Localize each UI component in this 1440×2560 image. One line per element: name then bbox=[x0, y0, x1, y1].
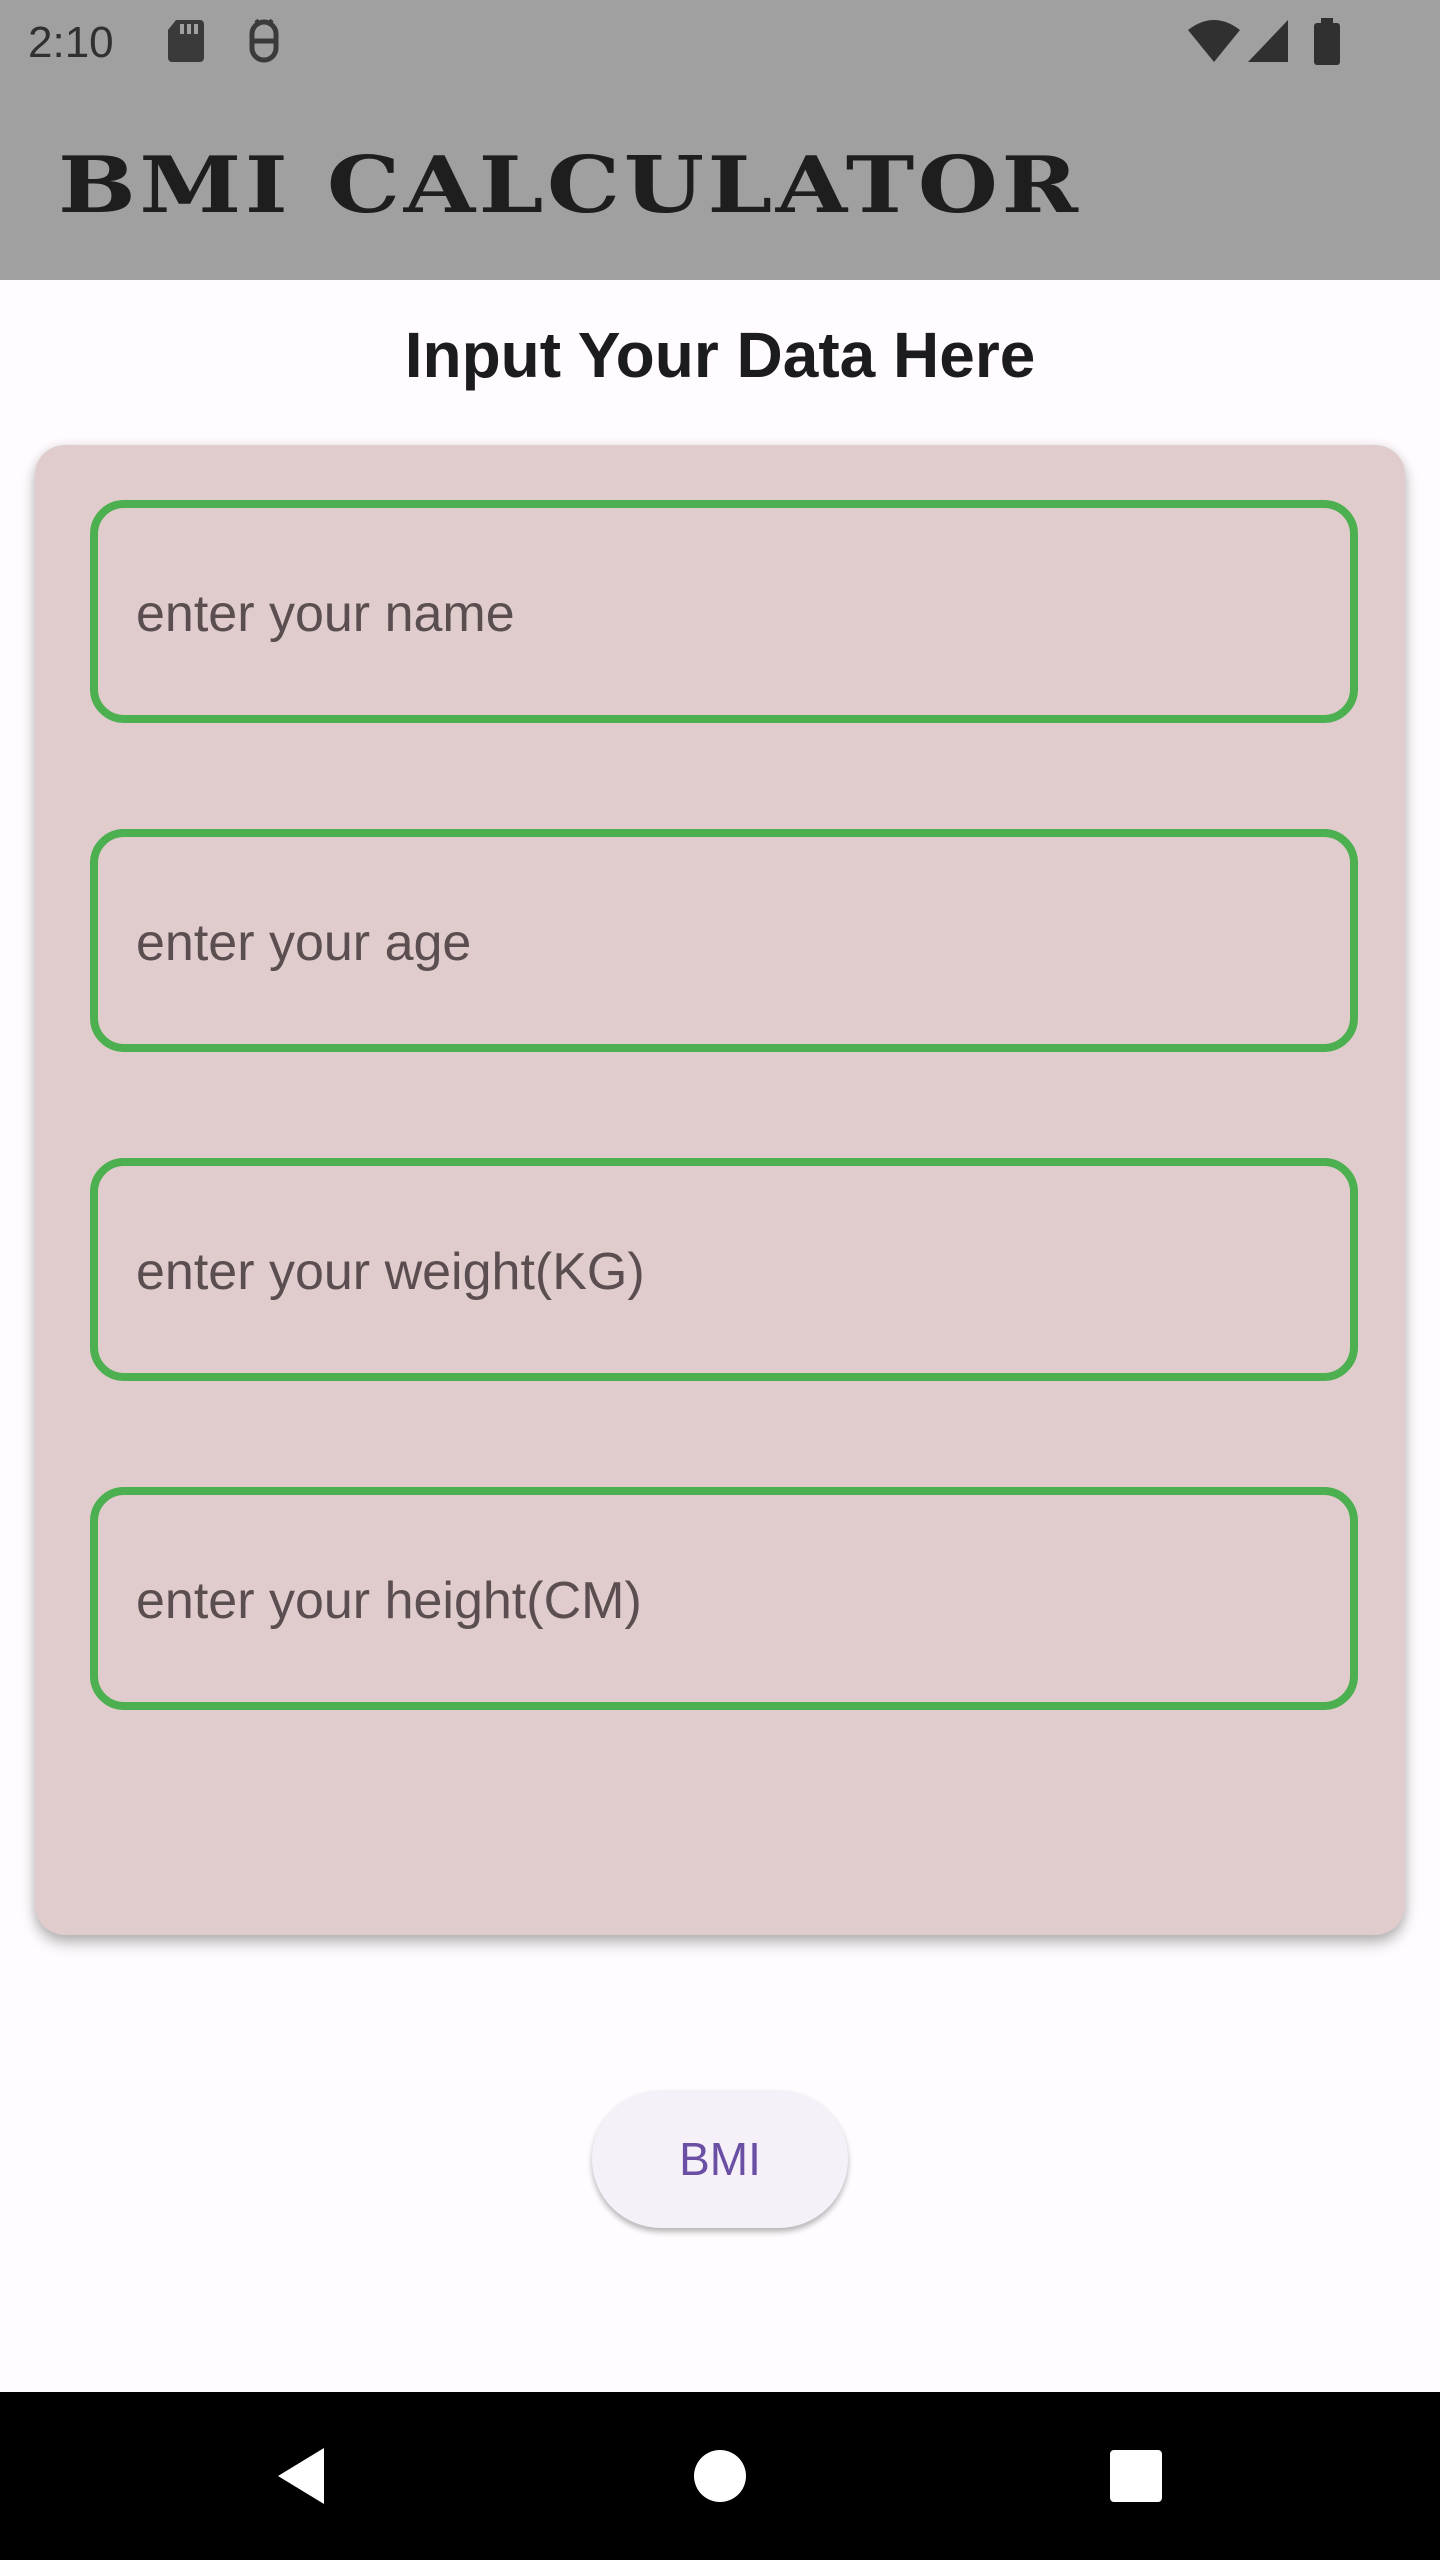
navigation-bar bbox=[0, 2392, 1440, 2560]
page-heading: Input Your Data Here bbox=[404, 319, 1036, 391]
weight-input-placeholder: enter your weight(KG) bbox=[136, 1243, 645, 1301]
status-bar: 2:10 bbox=[0, 0, 1440, 84]
height-input[interactable]: enter your height(CM) bbox=[90, 1487, 1358, 1710]
name-input-placeholder: enter your name bbox=[136, 585, 515, 643]
age-input-placeholder: enter your age bbox=[136, 914, 472, 972]
back-icon[interactable] bbox=[272, 2444, 336, 2508]
bmi-button[interactable]: BMI bbox=[592, 2090, 848, 2228]
status-time: 2:10 bbox=[28, 18, 114, 67]
name-input[interactable]: enter your name bbox=[90, 500, 1358, 723]
weight-input[interactable]: enter your weight(KG) bbox=[90, 1158, 1358, 1381]
app-bar: BMI CALCULATOR bbox=[0, 84, 1440, 280]
age-input[interactable]: enter your age bbox=[90, 829, 1358, 1052]
signal-icon bbox=[1248, 20, 1288, 62]
form-card: enter your name enter your age enter you… bbox=[35, 445, 1405, 1935]
recents-icon[interactable] bbox=[1108, 2444, 1164, 2508]
wifi-icon bbox=[1188, 20, 1240, 62]
home-icon[interactable] bbox=[690, 2444, 750, 2508]
bug-icon bbox=[249, 18, 279, 63]
app-title: BMI CALCULATOR bbox=[58, 140, 1082, 231]
sd-card-icon bbox=[168, 20, 204, 62]
height-input-placeholder: enter your height(CM) bbox=[136, 1572, 642, 1630]
battery-icon bbox=[1314, 18, 1340, 65]
